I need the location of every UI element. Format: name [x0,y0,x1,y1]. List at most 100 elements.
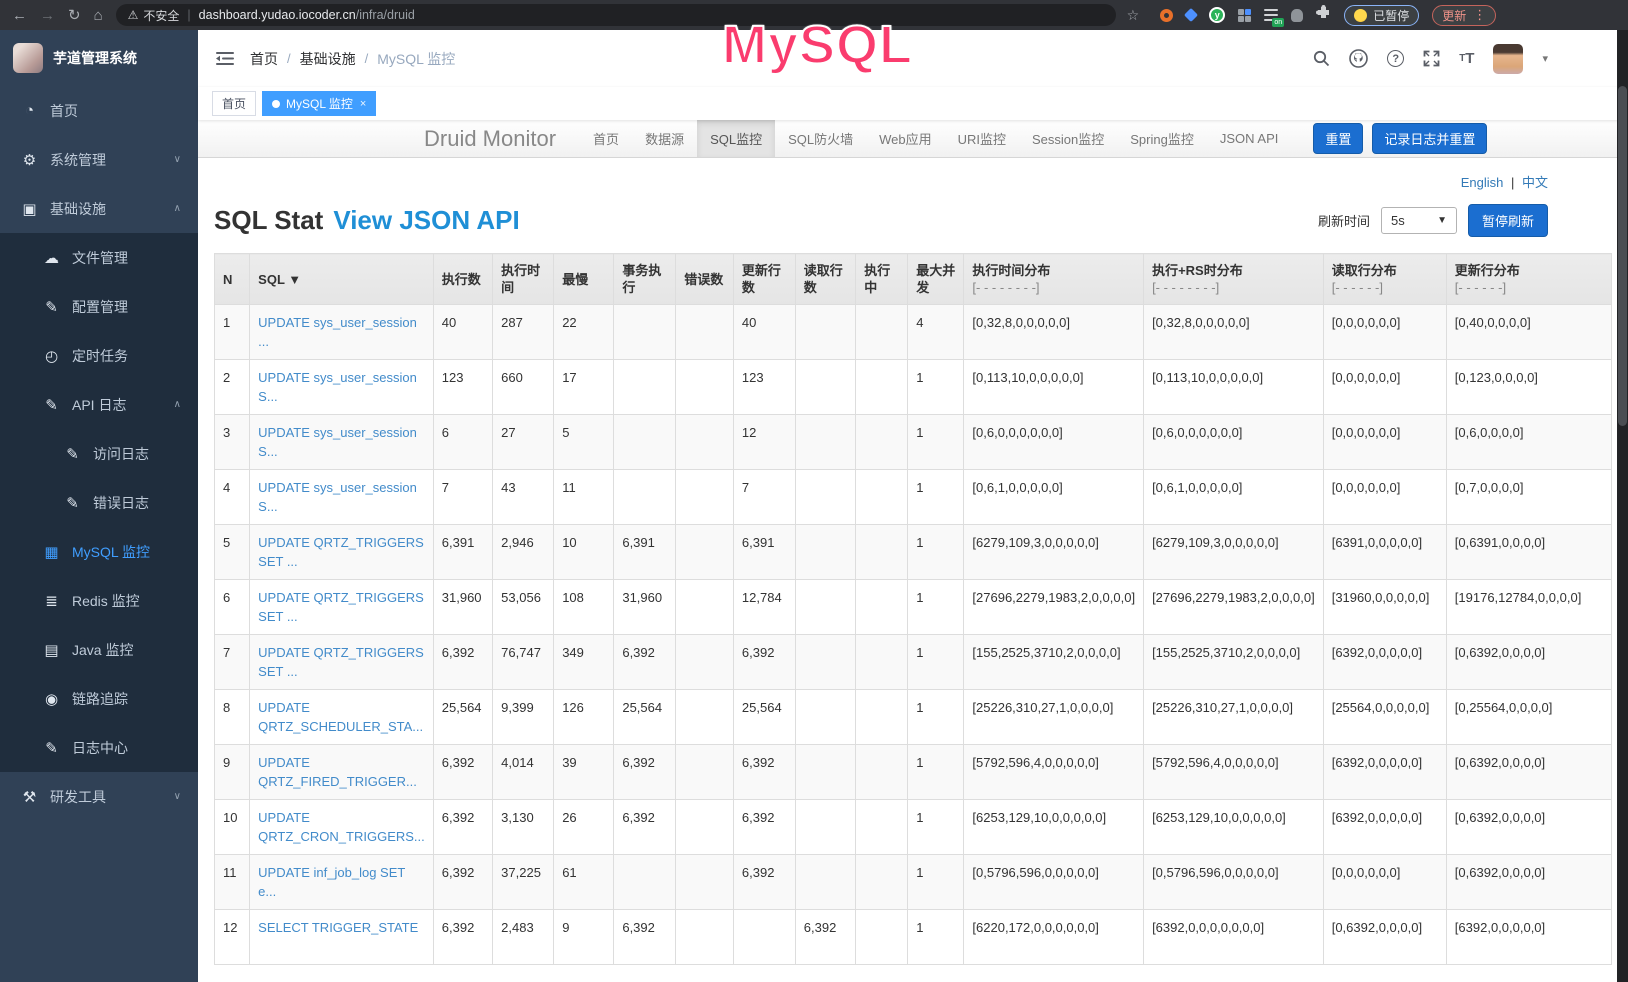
browser-update-chip[interactable]: 更新 ⋮ [1432,5,1496,26]
tab-mysql-monitor[interactable]: MySQL 监控 × [262,91,376,116]
header-exec-count[interactable]: 执行数 [433,254,492,305]
sql-link[interactable]: UPDATE QRTZ_TRIGGERS SET ... [258,590,424,624]
col-exec-rs-dist: [155,2525,3710,2,0,0,0,0] [1144,635,1324,690]
col-exec-time: 2,946 [493,525,554,580]
browser-reload-icon[interactable]: ↻ [68,8,81,23]
sidebar-item-mysql-monitor[interactable]: ▦MySQL 监控 [0,527,198,576]
tab-close-icon[interactable]: × [360,98,366,110]
sql-link[interactable]: UPDATE sys_user_session S... [258,425,417,459]
browser-forward-icon[interactable]: → [40,8,55,23]
druid-nav-item-6[interactable]: Session监控 [1019,120,1117,157]
header-read-rows-dist[interactable]: 读取行分布[- - - - - -] [1323,254,1446,305]
sidebar-item-dashboard[interactable]: ◔首页 [0,86,198,135]
druid-nav-item-5[interactable]: URI监控 [945,120,1019,157]
address-bar[interactable]: ⚠不安全 | dashboard.yudao.iocoder.cn/infra/… [116,4,1116,26]
sidebar-item-gear[interactable]: ⚙系统管理∨ [0,135,198,184]
sql-stat-table: NSQL ▼执行数执行时间最慢事务执行错误数更新行数读取行数执行中最大并发执行时… [214,253,1612,965]
header-max-slow[interactable]: 最慢 [554,254,614,305]
refresh-interval-select[interactable]: 5s ▼ [1381,207,1457,234]
sidebar-item-infrastructure[interactable]: ▣基础设施∧ [0,184,198,233]
sql-link[interactable]: UPDATE QRTZ_CRON_TRIGGERS... [258,810,425,844]
sql-link[interactable]: UPDATE QRTZ_TRIGGERS SET ... [258,535,424,569]
header-tx-exec[interactable]: 事务执行 [614,254,676,305]
header-update-rows-dist[interactable]: 更新行分布[- - - - - -] [1446,254,1611,305]
breadcrumb-infra[interactable]: 基础设施 [300,49,356,69]
header-update-rows[interactable]: 更新行数 [733,254,795,305]
lang-english-link[interactable]: English [1461,175,1504,190]
pause-refresh-button[interactable]: 暂停刷新 [1468,204,1548,237]
sidebar-item-redis-monitor[interactable]: ≣Redis 监控 [0,576,198,625]
browser-home-icon[interactable]: ⌂ [94,8,103,23]
header-error-count[interactable]: 错误数 [676,254,734,305]
sql-link[interactable]: UPDATE sys_user_session S... [258,480,417,514]
security-warning[interactable]: ⚠不安全 [128,7,180,24]
browser-profile-chip[interactable]: 已暂停 [1344,5,1419,26]
sidebar-item-access-log[interactable]: ✎访问日志 [0,429,198,478]
sql-link[interactable]: UPDATE sys_user_session ... [258,315,417,349]
druid-brand[interactable]: Druid Monitor [424,126,556,152]
app-logo[interactable]: 芋道管理系统 [0,30,198,86]
druid-nav-item-7[interactable]: Spring监控 [1117,120,1207,157]
sidebar-item-log-center[interactable]: ✎日志中心 [0,723,198,772]
extension-icon-grid[interactable] [1238,9,1251,22]
sidebar-fold-icon[interactable] [216,51,234,66]
tab-home[interactable]: 首页 [212,91,256,116]
user-menu-caret-icon[interactable]: ▾ [1542,52,1548,65]
druid-nav-item-1[interactable]: 数据源 [632,120,697,157]
sidebar-item-file-manage[interactable]: ☁文件管理 [0,233,198,282]
druid-nav-item-3[interactable]: SQL防火墙 [775,120,866,157]
sql-link[interactable]: SELECT TRIGGER_STATE [258,920,418,935]
sql-link[interactable]: UPDATE QRTZ_TRIGGERS SET ... [258,645,424,679]
view-json-api-link[interactable]: View JSON API [333,205,519,236]
sidebar-item-error-log[interactable]: ✎错误日志 [0,478,198,527]
sidebar-item-schedule-job[interactable]: ◴定时任务 [0,331,198,380]
extension-icon-list[interactable]: on [1264,9,1278,21]
header-exec-rs-dist[interactable]: 执行+RS时分布[- - - - - - - -] [1144,254,1324,305]
search-icon[interactable] [1313,50,1330,67]
github-icon[interactable] [1349,49,1368,68]
scrollbar-thumb[interactable] [1618,86,1627,426]
sql-link[interactable]: UPDATE QRTZ_SCHEDULER_STA... [258,700,423,734]
druid-nav-item-0[interactable]: 首页 [580,120,632,157]
sidebar-item-devtools[interactable]: ⚒研发工具∨ [0,772,198,821]
sidebar-item-config-manage[interactable]: ✎配置管理 [0,282,198,331]
warning-icon: ⚠ [128,8,139,22]
sidebar-item-api-log[interactable]: ✎API 日志∧ [0,380,198,429]
log-and-reset-button[interactable]: 记录日志并重置 [1372,123,1487,154]
extension-icon-y[interactable]: y [1209,7,1225,23]
browser-back-icon[interactable]: ← [12,8,27,23]
header-running[interactable]: 执行中 [856,254,908,305]
page-scrollbar[interactable] [1617,30,1628,982]
help-icon[interactable]: ? [1387,50,1404,67]
header-exec-time-dist[interactable]: 执行时间分布[- - - - - - - -] [964,254,1144,305]
fullscreen-icon[interactable] [1423,50,1440,67]
druid-nav-json-api[interactable]: JSON API [1207,120,1292,157]
col-n: 5 [215,525,250,580]
header-sql[interactable]: SQL ▼ [250,254,434,305]
sql-link[interactable]: UPDATE inf_job_log SET e... [258,865,405,899]
druid-nav-item-4[interactable]: Web应用 [866,120,945,157]
bookmark-star-icon[interactable]: ☆ [1127,7,1140,24]
reset-button[interactable]: 重置 [1313,123,1363,154]
font-size-icon[interactable]: TT [1459,50,1474,67]
druid-nav-item-2[interactable]: SQL监控 [697,120,775,157]
sidebar-item-java-monitor[interactable]: ▤Java 监控 [0,625,198,674]
extensions-puzzle-icon[interactable] [1316,5,1331,25]
sidebar-item-trace[interactable]: ◉链路追踪 [0,674,198,723]
sql-link[interactable]: UPDATE sys_user_session S... [258,370,417,404]
header-n[interactable]: N [215,254,250,305]
mysql-monitor-icon: ▦ [43,543,60,561]
col-sql: UPDATE QRTZ_TRIGGERS SET ... [250,580,434,635]
breadcrumb-home[interactable]: 首页 [250,49,278,69]
extension-icon-figure[interactable] [1291,9,1303,22]
header-exec-time[interactable]: 执行时间 [493,254,554,305]
header-max-concurrent[interactable]: 最大并发 [908,254,964,305]
header-read-rows[interactable]: 读取行数 [795,254,856,305]
extension-icon-ring[interactable] [1160,9,1173,22]
user-avatar[interactable] [1493,44,1523,74]
table-row: 1UPDATE sys_user_session ...4028722404[0… [215,305,1612,360]
sql-link[interactable]: UPDATE QRTZ_FIRED_TRIGGER... [258,755,417,789]
extension-icon-gem[interactable] [1186,10,1196,20]
col-exec-count: 6 [433,415,492,470]
lang-chinese-link[interactable]: 中文 [1522,175,1548,190]
